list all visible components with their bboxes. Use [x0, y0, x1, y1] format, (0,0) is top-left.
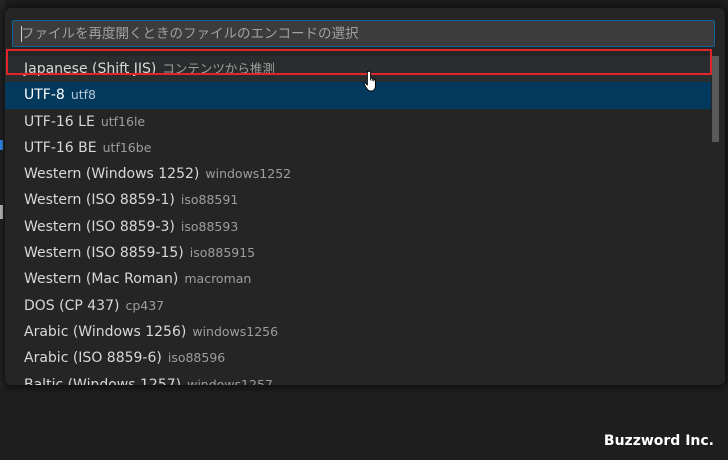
encoding-option-description: windows1257: [187, 376, 273, 385]
encoding-option[interactable]: Baltic (Windows 1257) windows1257: [5, 372, 711, 385]
encoding-search-input[interactable]: [13, 21, 714, 46]
encoding-option[interactable]: Arabic (ISO 8859-6) iso88596: [5, 345, 711, 371]
encoding-option[interactable]: Arabic (Windows 1256) windows1256: [5, 319, 711, 345]
encoding-option-label: Arabic (ISO 8859-6): [24, 350, 162, 367]
encoding-option-description: cp437: [125, 297, 165, 313]
encoding-quick-pick: Japanese (Shift JIS)コンテンツから推測UTF-8utf8UT…: [5, 8, 725, 385]
encoding-option[interactable]: Western (ISO 8859-1) iso88591: [5, 187, 711, 213]
encoding-option-label: Arabic (Windows 1256): [24, 323, 187, 340]
encoding-option-label: Western (ISO 8859-15): [24, 245, 184, 262]
encoding-option-description: windows1252: [205, 166, 292, 182]
quick-pick-input-box[interactable]: [12, 20, 715, 47]
gutter-marker: [0, 140, 3, 150]
encoding-option-description: コンテンツから推測: [162, 61, 275, 76]
encoding-option-description: iso88593: [180, 218, 239, 234]
text-caret: [21, 26, 22, 42]
list-scrollbar[interactable]: [709, 56, 719, 385]
encoding-option-label: Western (Windows 1252): [24, 166, 200, 183]
encoding-option-description: utf8: [70, 87, 96, 103]
encoding-option-description: windows1256: [192, 323, 279, 339]
encoding-option[interactable]: Western (Mac Roman) macroman: [5, 266, 711, 292]
encoding-option[interactable]: Japanese (Shift JIS) コンテンツから推測: [5, 56, 711, 83]
encoding-option-description: iso88596: [167, 350, 226, 366]
encoding-option[interactable]: Western (Windows 1252) windows1252: [5, 161, 711, 187]
encoding-option-label: UTF-8: [24, 87, 65, 104]
encoding-option[interactable]: DOS (CP 437) cp437: [5, 293, 711, 319]
encoding-option[interactable]: Western (ISO 8859-3) iso88593: [5, 214, 711, 240]
encoding-option-description: utf16be: [102, 139, 152, 155]
encoding-option[interactable]: UTF-16 BE utf16be: [5, 135, 711, 161]
gutter-marker: [0, 205, 3, 219]
encoding-option-label: UTF-16 LE: [24, 113, 95, 130]
encoding-option-description: iso88591: [180, 192, 239, 208]
encoding-option-label: Japanese (Shift JIS): [24, 61, 157, 77]
encoding-option[interactable]: UTF-16 LE utf16le: [5, 109, 711, 135]
encoding-option-description: macroman: [184, 271, 252, 287]
encoding-list[interactable]: Japanese (Shift JIS) コンテンツから推測 UTF-8 utf8 UT…: [5, 56, 711, 385]
encoding-option-description: iso885915: [189, 245, 256, 261]
encoding-option-label: Western (ISO 8859-1): [24, 192, 175, 209]
hand-pointer-icon: [363, 70, 376, 92]
encoding-option-label: Western (Mac Roman): [24, 271, 179, 288]
scrollbar-thumb[interactable]: [712, 56, 719, 142]
encoding-option-label: UTF-16 BE: [24, 139, 97, 156]
encoding-option[interactable]: Western (ISO 8859-15) iso885915: [5, 240, 711, 266]
encoding-option[interactable]: UTF-8 utf8: [5, 82, 711, 109]
watermark: Buzzword Inc.: [603, 433, 714, 449]
encoding-option-label: Baltic (Windows 1257): [24, 376, 182, 385]
encoding-option-label: Western (ISO 8859-3): [24, 218, 175, 235]
encoding-option-description: utf16le: [100, 113, 146, 129]
encoding-option-label: DOS (CP 437): [24, 297, 120, 314]
